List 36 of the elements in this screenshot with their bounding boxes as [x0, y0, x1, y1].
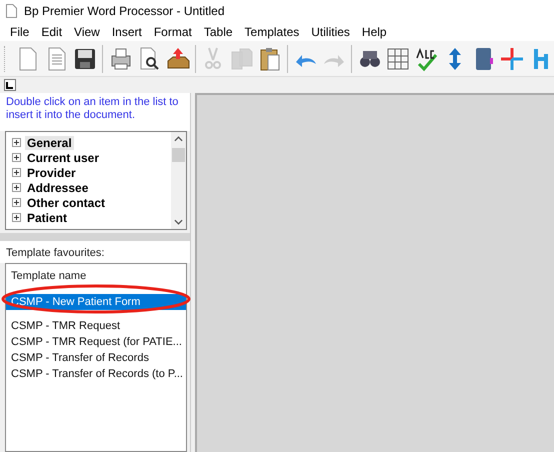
- menu-item[interactable]: Edit: [35, 22, 68, 41]
- menu-item[interactable]: Help: [356, 22, 393, 41]
- expand-icon[interactable]: [12, 213, 21, 222]
- list-item[interactable]: CSMP - Transfer of Records: [6, 350, 186, 366]
- scroll-up-icon[interactable]: [174, 136, 183, 142]
- tree-item[interactable]: Addressee: [25, 180, 90, 194]
- tree-item[interactable]: Other contact: [25, 196, 108, 210]
- list-item[interactable]: CSMP - TMR Request (for PATIE...: [6, 334, 186, 350]
- window-title: Bp Premier Word Processor - Untitled: [24, 4, 225, 18]
- list-item[interactable]: CSMP - TMR Request: [6, 318, 186, 334]
- tree-item[interactable]: Provider: [25, 166, 78, 180]
- tree-item[interactable]: Patient: [25, 210, 70, 224]
- section-label: Template favourites:: [0, 241, 190, 263]
- menu-item[interactable]: Utilities: [305, 22, 356, 41]
- tree-item[interactable]: General: [25, 136, 74, 150]
- scroll-down-icon[interactable]: [174, 219, 183, 225]
- column-header[interactable]: Template name: [6, 268, 186, 286]
- tree-item[interactable]: Current user: [25, 150, 102, 164]
- document-icon: [6, 4, 17, 18]
- tab-stop-icon[interactable]: [4, 79, 16, 91]
- scrollbar-thumb[interactable]: [172, 148, 185, 162]
- expand-icon[interactable]: [12, 138, 21, 147]
- expand-icon[interactable]: [12, 198, 21, 207]
- menu-item[interactable]: Insert: [106, 22, 148, 41]
- menu-item[interactable]: Format: [148, 22, 198, 41]
- menu-item[interactable]: File: [4, 22, 36, 41]
- list-item[interactable]: CSMP - Transfer of Records (to P...: [6, 366, 186, 382]
- instruction-text: Double click on an item in the list to insert it into the document.: [0, 93, 190, 131]
- scrollbar[interactable]: [171, 132, 186, 229]
- expand-icon[interactable]: [12, 168, 21, 177]
- expand-icon[interactable]: [12, 183, 21, 192]
- menu-item[interactable]: View: [68, 22, 106, 41]
- menu-item[interactable]: Table: [198, 22, 239, 41]
- list-item[interactable]: CSMP - New Patient Form: [6, 294, 186, 310]
- expand-icon[interactable]: [12, 153, 21, 162]
- menu-item[interactable]: Templates: [238, 22, 306, 41]
